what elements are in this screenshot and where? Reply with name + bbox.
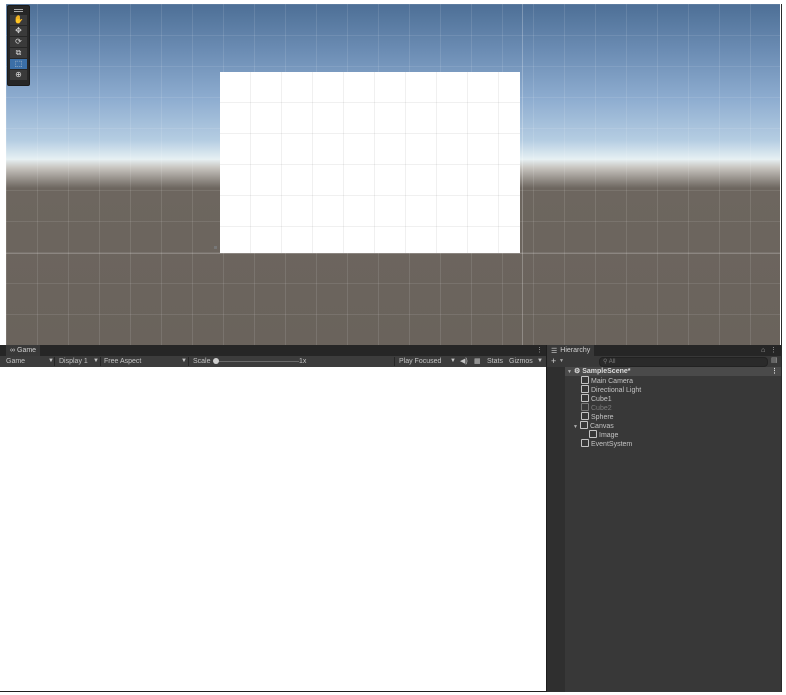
divider: [100, 357, 101, 366]
gameobject-icon: [581, 412, 589, 420]
gameobject-icon: [581, 385, 589, 393]
tab-hierarchy[interactable]: ☰ Hierarchy: [547, 345, 595, 356]
scene-row[interactable]: ▼ ⚙ SampleScene* ⋮: [565, 367, 782, 376]
item-label: Sphere: [591, 414, 614, 421]
hand-tool-button[interactable]: ✋: [10, 15, 27, 25]
scene-label: SampleScene*: [582, 368, 631, 375]
chevron-down-icon: ▼: [450, 358, 456, 364]
list-icon: ☰: [551, 347, 558, 355]
divider: [394, 357, 395, 366]
chevron-down-icon: ▼: [93, 358, 99, 364]
item-label: EventSystem: [591, 441, 633, 448]
gameobject-icon: [581, 394, 589, 402]
list-item[interactable]: Image: [565, 430, 786, 439]
gameobject-icon: [581, 376, 589, 384]
item-label: Main Camera: [591, 378, 634, 385]
kebab-menu-icon[interactable]: ⋮: [771, 367, 778, 376]
item-label: Cube1: [591, 396, 612, 403]
unity-scene-icon: ⚙: [574, 368, 581, 375]
mute-audio-icon[interactable]: ◀): [460, 356, 468, 367]
gameobject-icon: [581, 439, 589, 447]
chevron-down-icon: ▼: [181, 358, 187, 364]
list-item[interactable]: Directional Light: [565, 385, 786, 394]
scene-axis-line: [522, 4, 523, 345]
gameobject-icon: [589, 430, 597, 438]
game-mode-dropdown[interactable]: Game: [6, 356, 25, 367]
kebab-menu-icon[interactable]: ⋮: [536, 345, 543, 356]
rotate-icon: ⟳: [15, 37, 22, 46]
game-tab-bar: ∞ Game ⋮: [0, 345, 546, 356]
item-label: Cube2: [591, 405, 612, 412]
divider: [781, 4, 782, 692]
scale-icon: ⧉: [15, 48, 22, 57]
gameobject-icon: [580, 421, 588, 429]
item-label: Directional Light: [591, 387, 642, 394]
divider: [0, 691, 546, 692]
scale-value: 1x: [299, 358, 307, 365]
scale-tool-button[interactable]: ⧉: [10, 48, 27, 58]
rect-icon: ⬚: [14, 59, 23, 68]
scene-visibility-icon[interactable]: ▤: [771, 356, 778, 366]
add-button[interactable]: +: [551, 356, 556, 366]
tab-game[interactable]: ∞ Game: [6, 345, 41, 356]
hierarchy-tree: ▼ ⚙ SampleScene* ⋮ Main Camera Directiona…: [547, 367, 782, 692]
tab-game-label: Game: [17, 347, 37, 354]
scene-view[interactable]: [6, 4, 780, 345]
list-item[interactable]: EventSystem: [565, 439, 786, 448]
hierarchy-panel: ☰ Hierarchy ⌂ ⋮ + ▼ ▤ ⚲ All ▼ ⚙ SampleSce…: [546, 345, 782, 692]
kebab-menu-icon[interactable]: ⋮: [770, 345, 777, 356]
divider: [54, 357, 55, 366]
chevron-down-icon: ▼: [537, 358, 543, 364]
hand-icon: ✋: [13, 15, 24, 24]
display-dropdown[interactable]: Display 1: [59, 356, 88, 367]
list-item[interactable]: ▼ Canvas: [565, 421, 786, 430]
item-label: Image: [599, 432, 619, 439]
aspect-dropdown[interactable]: Free Aspect: [104, 356, 141, 367]
move-tool-button[interactable]: ✥: [10, 26, 27, 36]
transform-tool-button[interactable]: ⊕: [10, 70, 27, 80]
lock-icon[interactable]: ⌂: [761, 345, 765, 356]
rect-handle[interactable]: [214, 246, 217, 249]
rect-tool-button[interactable]: ⬚: [10, 59, 27, 69]
move-icon: ✥: [15, 26, 22, 35]
list-item[interactable]: Cube2: [565, 403, 786, 412]
hierarchy-tab-bar: ☰ Hierarchy ⌂ ⋮: [547, 345, 782, 356]
transform-icon: ⊕: [15, 70, 22, 79]
gizmos-button[interactable]: Gizmos: [509, 356, 533, 367]
play-mode-dropdown[interactable]: Play Focused: [399, 356, 441, 367]
list-item[interactable]: Cube1: [565, 394, 786, 403]
gameobject-icon: [581, 403, 589, 411]
scene-horizon-line: [6, 253, 780, 254]
search-placeholder: All: [608, 359, 616, 365]
divider: [188, 357, 189, 366]
scale-label: Scale: [193, 358, 211, 365]
hierarchy-search-input[interactable]: ⚲ All: [599, 357, 768, 367]
stats-icon[interactable]: ▦: [474, 356, 481, 367]
canvas-image-object[interactable]: [214, 72, 520, 253]
overlay-grip-icon[interactable]: [14, 9, 23, 10]
scale-slider-track[interactable]: [215, 361, 299, 362]
scale-slider-knob[interactable]: [213, 358, 219, 364]
item-label: Canvas: [590, 423, 614, 430]
stats-button[interactable]: Stats: [487, 356, 503, 367]
list-item[interactable]: Sphere: [565, 412, 786, 421]
scene-tools-overlay: ✋ ✥ ⟳ ⧉ ⬚ ⊕: [7, 5, 30, 86]
chevron-down-icon: ▼: [559, 358, 564, 364]
tab-hierarchy-label: Hierarchy: [560, 347, 591, 354]
list-item[interactable]: Main Camera: [565, 376, 786, 385]
rotate-tool-button[interactable]: ⟳: [10, 37, 27, 47]
gamepad-icon: ∞: [10, 347, 15, 354]
game-view[interactable]: [0, 367, 546, 692]
